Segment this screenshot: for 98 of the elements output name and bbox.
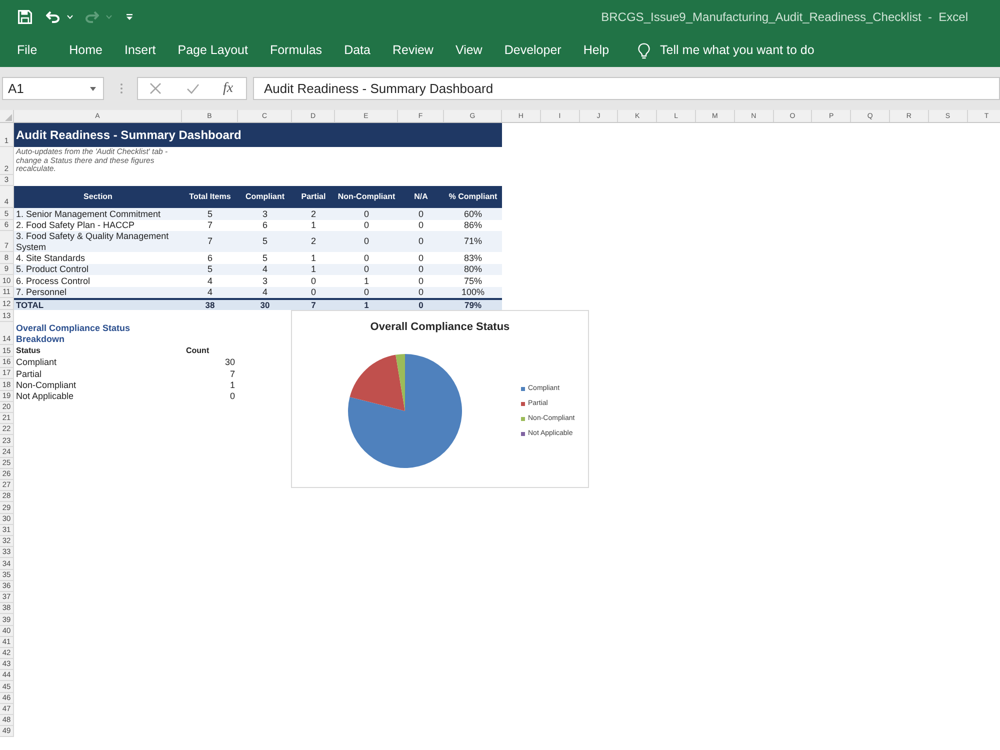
- partial-value: 1: [310, 220, 317, 231]
- column-label: Status: [15, 345, 42, 357]
- compliant-value: 4: [261, 264, 268, 275]
- section-name: 2. Food Safety Plan - HACCP: [15, 220, 136, 231]
- insert-function-button[interactable]: fx: [223, 80, 234, 96]
- non-compliant-value: 0: [362, 264, 370, 275]
- ribbon-tab[interactable]: Developer: [493, 38, 572, 62]
- section-name: 5. Product Control: [15, 264, 90, 275]
- ribbon-tab[interactable]: Page Layout: [166, 38, 259, 62]
- compliant-value: 5: [261, 235, 268, 248]
- ribbon-tab[interactable]: Home: [58, 38, 114, 62]
- count-value: 30: [224, 357, 236, 368]
- total-label: TOTAL: [15, 300, 45, 310]
- ribbon-tab[interactable]: File: [6, 38, 48, 62]
- percent-value: 75%: [462, 275, 483, 286]
- status-label: Non-Compliant: [15, 379, 78, 391]
- total-items-value: 5: [206, 264, 214, 275]
- ribbon-tab[interactable]: Data: [333, 38, 382, 62]
- section-name: 6. Process Control: [15, 275, 92, 286]
- partial-value: 0: [310, 275, 317, 286]
- section-name: 3. Food Safety & Quality Management System: [15, 231, 170, 252]
- section-name: 4. Site Standards: [15, 252, 86, 264]
- name-box[interactable]: A1: [2, 77, 104, 100]
- lightbulb-icon[interactable]: [638, 42, 650, 58]
- column-label: Compliant: [244, 191, 286, 203]
- status-label: Not Applicable: [15, 390, 75, 402]
- total-value: 30: [259, 300, 271, 310]
- non-compliant-value: 0: [362, 208, 370, 220]
- window-title: BRCGS_Issue9_Manufacturing_Audit_Readiness_Checklist - Excel: [601, 9, 968, 26]
- ribbon-tab[interactable]: Insert: [114, 38, 167, 62]
- save-icon[interactable]: [18, 10, 32, 24]
- total-value: 7: [310, 300, 317, 310]
- total-items-value: 5: [206, 208, 214, 220]
- section-heading: Overall Compliance Status Breakdown: [15, 323, 132, 345]
- ribbon-tab[interactable]: Formulas: [258, 38, 334, 62]
- partial-value: 0: [310, 286, 317, 298]
- percent-value: 100%: [460, 286, 486, 298]
- total-items-value: 4: [206, 286, 214, 298]
- count-value: 1: [228, 379, 236, 391]
- percent-value: 80%: [462, 264, 483, 275]
- compliant-value: 4: [261, 286, 268, 298]
- percent-value: 71%: [462, 235, 483, 248]
- column-label: % Compliant: [448, 191, 498, 203]
- bar-caret-icon[interactable]: [126, 14, 133, 20]
- total-items-value: 7: [206, 235, 214, 248]
- non-compliant-value: 0: [362, 252, 370, 264]
- ribbon-tab[interactable]: View: [444, 38, 494, 62]
- column-label: Section: [82, 191, 114, 203]
- section-name: 7. Personnel: [15, 286, 68, 298]
- count-value: 0: [228, 390, 236, 402]
- section-name: 1. Senior Management Commitment: [15, 208, 162, 220]
- compliant-value: 6: [261, 220, 268, 231]
- na-value: 0: [417, 235, 424, 248]
- grip-dots-icon[interactable]: [120, 83, 123, 94]
- status-label: Partial: [15, 368, 43, 380]
- percent-value: 86%: [462, 220, 483, 231]
- column-label: N/A: [413, 191, 429, 203]
- total-value: 38: [204, 300, 216, 310]
- compliant-value: 3: [261, 275, 268, 286]
- ribbon-tab[interactable]: Help: [572, 38, 620, 62]
- non-compliant-value: 0: [362, 220, 370, 231]
- count-value: 7: [228, 368, 236, 380]
- na-value: 0: [417, 252, 424, 264]
- caret-down-icon[interactable]: [90, 86, 96, 90]
- compliant-value: 3: [261, 208, 268, 220]
- total-value: 0: [418, 300, 424, 310]
- total-items-value: 4: [206, 275, 214, 286]
- non-compliant-value: 0: [362, 235, 370, 248]
- partial-value: 2: [310, 208, 317, 220]
- partial-value: 2: [310, 235, 317, 248]
- sheet-title: Audit Readiness - Summary Dashboard: [14, 123, 502, 147]
- column-label: Count: [185, 345, 210, 357]
- undo-icon[interactable]: [46, 11, 60, 23]
- percent-value: 60%: [462, 208, 483, 220]
- partial-value: 1: [310, 264, 317, 275]
- partial-value: 1: [310, 252, 317, 264]
- column-label: Total Items: [188, 191, 232, 203]
- column-label: Non-Compliant: [336, 191, 396, 203]
- total-value: 79%: [463, 300, 482, 310]
- total-items-value: 6: [206, 252, 214, 264]
- non-compliant-value: 1: [362, 275, 370, 286]
- total-items-value: 7: [206, 220, 214, 231]
- percent-value: 83%: [462, 252, 483, 264]
- non-compliant-value: 0: [362, 286, 370, 298]
- checkmark-icon[interactable]: [187, 84, 199, 94]
- compliant-value: 5: [261, 252, 268, 264]
- ribbon-tab[interactable]: Review: [381, 38, 444, 62]
- tell-me-field[interactable]: Tell me what you want to do: [660, 41, 850, 60]
- na-value: 0: [417, 220, 424, 231]
- na-value: 0: [417, 275, 424, 286]
- formula-field[interactable]: Audit Readiness - Summary Dashboard: [253, 77, 1000, 100]
- chart-title: Overall Compliance Status: [370, 320, 510, 334]
- na-value: 0: [417, 286, 424, 298]
- na-value: 0: [417, 264, 424, 275]
- total-value: 1: [363, 300, 370, 310]
- na-value: 0: [417, 208, 424, 220]
- status-label: Compliant: [15, 357, 58, 368]
- column-label: Partial: [300, 191, 327, 203]
